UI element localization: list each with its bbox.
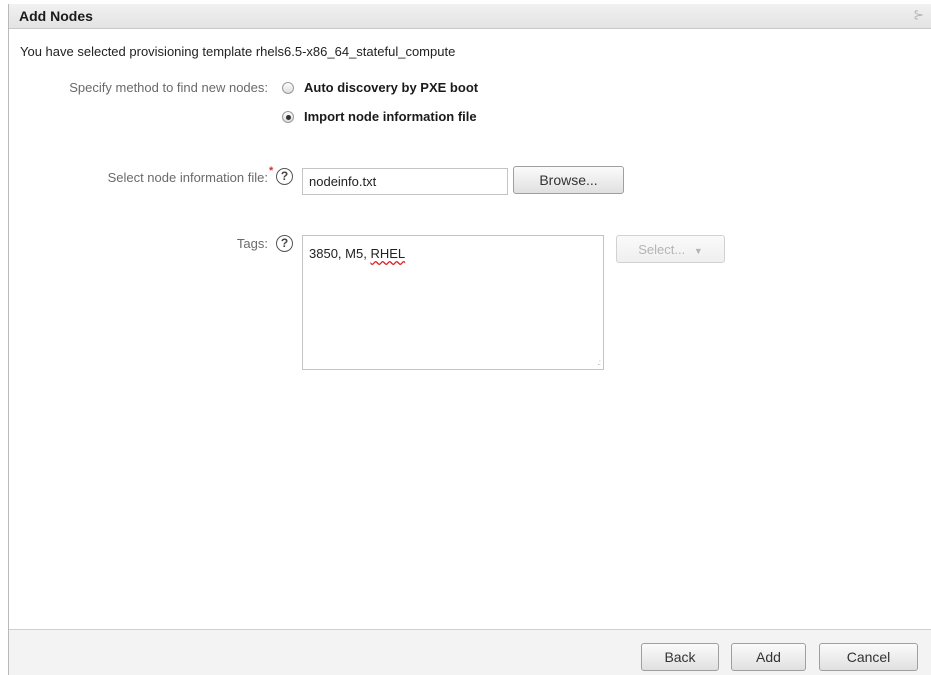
close-icon[interactable]: ⊱ <box>913 7 924 23</box>
tags-label: Tags: <box>236 236 268 251</box>
node-file-label: Select node information file: <box>107 170 268 185</box>
tags-value-misspelled: RHEL <box>370 246 406 261</box>
radio-auto-discovery[interactable] <box>282 82 294 94</box>
help-icon[interactable]: ? <box>276 168 293 185</box>
radio-import-file[interactable] <box>282 111 294 123</box>
cancel-button[interactable]: Cancel <box>819 643 918 671</box>
tags-textarea[interactable]: 3850, M5, RHEL .: <box>302 235 604 370</box>
radio-auto-discovery-label[interactable]: Auto discovery by PXE boot <box>304 80 478 95</box>
browse-button[interactable]: Browse... <box>513 166 624 194</box>
radio-import-file-label[interactable]: Import node information file <box>304 109 477 124</box>
tags-select-label: Select... <box>638 241 686 257</box>
dialog-title: Add Nodes <box>19 8 93 24</box>
add-nodes-dialog: Add Nodes ⊱ You have selected provisioni… <box>8 4 931 675</box>
dialog-titlebar: Add Nodes ⊱ <box>9 4 931 29</box>
node-file-input[interactable] <box>302 168 508 195</box>
method-label: Specify method to find new nodes: <box>69 80 268 95</box>
template-info-text: You have selected provisioning template … <box>20 44 456 59</box>
tags-value: 3850, M5, <box>309 246 371 261</box>
help-icon[interactable]: ? <box>276 235 293 252</box>
add-button[interactable]: Add <box>731 643 806 671</box>
back-button[interactable]: Back <box>641 643 719 671</box>
chevron-down-icon: ▼ <box>693 245 703 256</box>
tags-select-dropdown[interactable]: Select... ▼ <box>616 235 725 263</box>
required-indicator: * <box>269 165 274 177</box>
resize-grip-icon[interactable]: .: <box>598 358 602 367</box>
dialog-footer: Back Add Cancel <box>9 630 931 675</box>
